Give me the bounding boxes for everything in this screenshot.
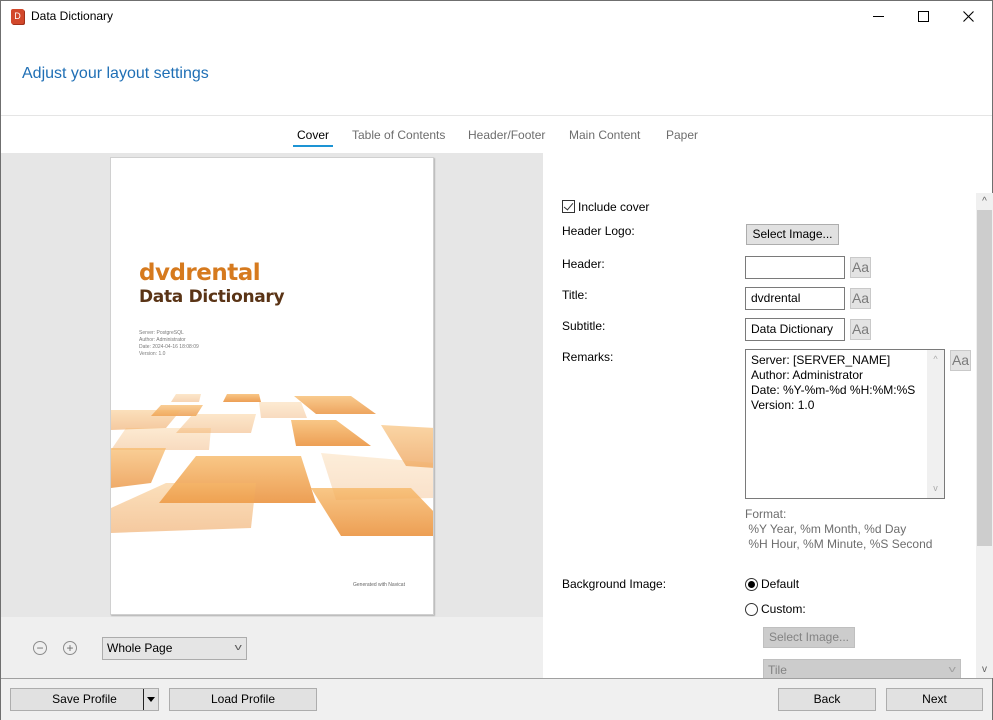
data-dictionary-window: D Data Dictionary Adjust your layout set… <box>0 0 993 720</box>
cover-remark-line: Server: PostgreSQL <box>139 330 184 336</box>
cover-preview-pane: dvdrental Data Dictionary Server: Postgr… <box>1 153 543 617</box>
select-background-image-button[interactable]: Select Image... <box>763 627 855 648</box>
scroll-up-icon[interactable]: ^ <box>927 352 944 367</box>
select-header-logo-button[interactable]: Select Image... <box>746 224 839 245</box>
remarks-line: Date: %Y-%m-%d %H:%M:%S <box>751 383 916 397</box>
chevron-down-icon: v <box>948 664 956 674</box>
cover-background-art <box>111 394 433 536</box>
title-input[interactable]: dvdrental <box>745 287 845 310</box>
zoom-out-button[interactable]: − <box>33 641 47 655</box>
load-profile-button[interactable]: Load Profile <box>169 688 317 711</box>
remarks-label: Remarks: <box>562 350 614 364</box>
title-label: Title: <box>562 288 588 302</box>
close-button[interactable] <box>946 1 991 32</box>
background-custom-label: Custom: <box>761 602 806 616</box>
title-font-button[interactable]: Aa <box>850 288 871 309</box>
heading-divider <box>1 115 992 116</box>
background-default-label: Default <box>761 577 800 591</box>
app-icon: D <box>11 9 24 24</box>
tab-main-content[interactable]: Main Content <box>565 127 644 149</box>
subtitle-label: Subtitle: <box>562 319 606 333</box>
cover-remark-line: Author: Administrator <box>139 337 186 343</box>
header-font-button[interactable]: Aa <box>850 257 871 278</box>
background-placement-value: Tile <box>768 663 787 677</box>
maximize-button[interactable] <box>901 1 946 32</box>
maximize-icon <box>918 11 929 22</box>
header-logo-label: Header Logo: <box>562 224 635 238</box>
zoom-in-button[interactable]: + <box>63 641 77 655</box>
minus-icon: − <box>36 641 44 655</box>
cover-page-preview: dvdrental Data Dictionary Server: Postgr… <box>110 157 434 615</box>
remarks-line: Server: [SERVER_NAME] <box>751 353 891 367</box>
plus-icon: + <box>66 641 74 655</box>
page-heading: Adjust your layout settings <box>22 65 209 82</box>
format-hint-line-2: %H Hour, %M Minute, %S Second <box>745 537 933 551</box>
scrollbar-thumb[interactable] <box>977 210 992 546</box>
chevron-down-icon: v <box>234 642 242 652</box>
background-image-label: Background Image: <box>562 577 667 591</box>
background-custom-radio[interactable] <box>745 603 758 616</box>
remarks-line: Version: 1.0 <box>751 398 815 412</box>
background-default-radio[interactable] <box>745 578 758 591</box>
back-button[interactable]: Back <box>778 688 876 711</box>
cover-remark-line: Version: 1.0 <box>139 351 166 357</box>
save-profile-button[interactable]: Save Profile <box>10 688 159 711</box>
tab-header-footer[interactable]: Header/Footer <box>464 127 549 149</box>
cover-remark-line: Date: 2024-04-16 18:08:09 <box>139 344 199 350</box>
settings-scrollbar[interactable]: ^ v <box>976 193 993 678</box>
subtitle-font-button[interactable]: Aa <box>850 319 871 340</box>
tab-bar: Cover Table of Contents Header/Footer Ma… <box>1 127 992 149</box>
header-input[interactable] <box>745 256 845 279</box>
format-hint-line-1: %Y Year, %m Month, %d Day <box>745 522 907 536</box>
header-label: Header: <box>562 257 605 271</box>
scroll-up-arrow-icon[interactable]: ^ <box>976 193 993 210</box>
scroll-down-icon[interactable]: v <box>927 481 944 496</box>
scroll-down-arrow-icon[interactable]: v <box>976 661 993 678</box>
remarks-line: Author: Administrator <box>751 368 864 382</box>
remarks-textarea[interactable]: Server: [SERVER_NAME] Author: Administra… <box>745 349 945 499</box>
tab-paper[interactable]: Paper <box>662 127 702 149</box>
tab-table-of-contents[interactable]: Table of Contents <box>348 127 449 149</box>
title-bar: D Data Dictionary <box>1 1 992 32</box>
tab-cover[interactable]: Cover <box>293 127 334 149</box>
remarks-scrollbar[interactable]: ^ v <box>927 350 944 498</box>
preview-toolbar <box>1 617 543 678</box>
save-profile-dropdown-icon[interactable] <box>143 689 158 710</box>
minimize-icon <box>873 16 884 17</box>
close-icon <box>963 11 974 22</box>
cover-title-preview: dvdrental <box>139 260 261 286</box>
background-placement-select[interactable]: Tile v <box>763 659 961 678</box>
format-hint-title: Format: <box>745 507 787 521</box>
zoom-mode-select[interactable]: Whole Page v <box>102 637 247 660</box>
cover-footer-preview: Generated with Navicat <box>353 582 405 588</box>
cover-subtitle-preview: Data Dictionary <box>139 287 285 307</box>
include-cover-label: Include cover <box>578 200 650 214</box>
minimize-button[interactable] <box>856 1 901 32</box>
window-title: Data Dictionary <box>31 9 114 23</box>
zoom-mode-value: Whole Page <box>107 641 173 655</box>
next-button[interactable]: Next <box>886 688 983 711</box>
save-profile-label: Save Profile <box>52 692 117 706</box>
footer-bar: Save Profile Load Profile Back Next <box>1 678 992 720</box>
include-cover-checkbox[interactable] <box>562 200 575 213</box>
cover-remarks-preview: Server: PostgreSQL Author: Administrator… <box>139 330 199 358</box>
subtitle-input[interactable]: Data Dictionary <box>745 318 845 341</box>
remarks-font-button[interactable]: Aa <box>950 350 971 371</box>
cover-settings-pane: Include cover Header Logo: Select Image.… <box>543 153 992 678</box>
